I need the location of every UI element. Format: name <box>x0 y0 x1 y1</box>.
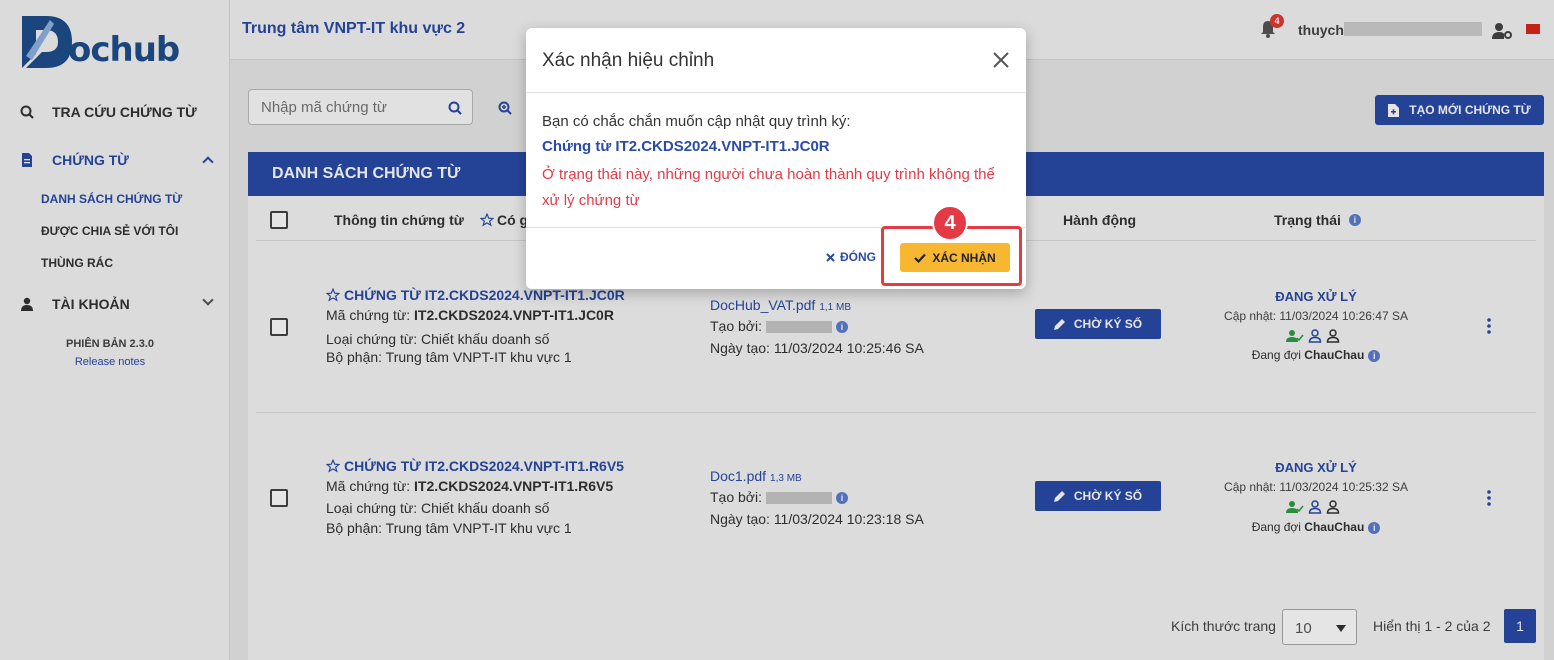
dialog-question: Bạn có chắc chắn muốn cập nhật quy trình… <box>542 113 851 130</box>
dialog-close-button[interactable]: ĐÓNG <box>826 250 876 264</box>
dialog-document: Chứng từ IT2.CKDS2024.VNPT-IT1.JC0R <box>542 138 830 155</box>
close-icon <box>826 252 835 262</box>
close-icon[interactable] <box>992 51 1010 69</box>
dialog-divider <box>526 92 1026 93</box>
step-number-badge: 4 <box>932 205 968 241</box>
dialog-title: Xác nhận hiệu chỉnh <box>542 50 715 71</box>
dialog-close-label: ĐÓNG <box>840 250 876 264</box>
